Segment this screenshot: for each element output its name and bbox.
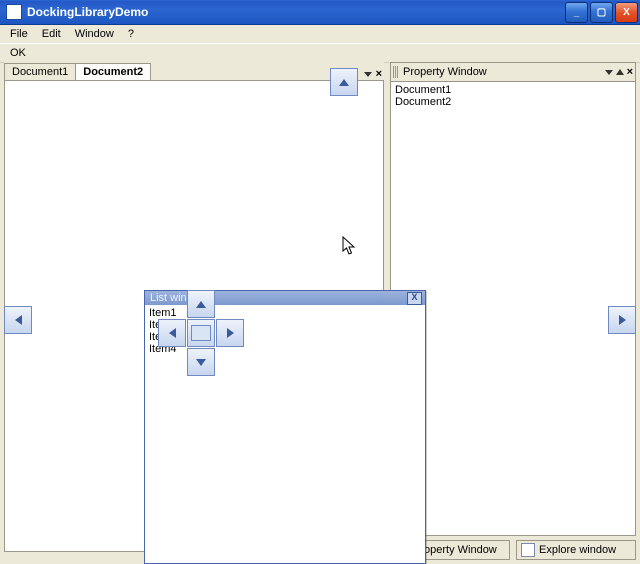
property-pane: Property Window × Document1 Document2 — [390, 62, 636, 536]
autohide-label: Explore window — [539, 544, 616, 556]
maximize-button[interactable]: ▢ — [590, 2, 613, 23]
autohide-strip: Property Window Explore window — [390, 540, 636, 560]
dock-diamond-right[interactable] — [216, 319, 244, 347]
menu-edit[interactable]: Edit — [36, 26, 67, 42]
dock-diamond-top[interactable] — [187, 290, 215, 318]
app-icon — [6, 4, 22, 20]
property-close-icon[interactable]: × — [627, 66, 633, 78]
dock-hint-left[interactable] — [4, 306, 32, 334]
window-icon — [521, 543, 535, 557]
floating-close-icon[interactable]: X — [407, 292, 422, 305]
dock-hint-top[interactable] — [330, 68, 358, 96]
menu-window[interactable]: Window — [69, 26, 120, 42]
property-menu-icon[interactable] — [605, 70, 613, 75]
tab-document2[interactable]: Document2 — [75, 63, 151, 80]
dock-diamond-left[interactable] — [158, 319, 186, 347]
arrow-left-icon — [169, 328, 176, 338]
property-body: Document1 Document2 — [390, 81, 636, 536]
minimize-button[interactable]: _ — [565, 2, 588, 23]
tool-bar: OK — [0, 43, 640, 63]
grip-icon — [393, 66, 399, 78]
property-header[interactable]: Property Window × — [390, 62, 636, 81]
workspace: Document1 Document2 × Property Window × … — [0, 62, 640, 564]
arrow-right-icon — [619, 315, 626, 325]
menu-file[interactable]: File — [4, 26, 34, 42]
close-button[interactable]: X — [615, 2, 638, 23]
tab-menu-dropdown-icon[interactable] — [364, 72, 372, 77]
document-tabstrip: Document1 Document2 × — [4, 62, 384, 80]
menu-help[interactable]: ? — [122, 26, 140, 42]
dock-diamond-bottom[interactable] — [187, 348, 215, 376]
arrow-up-icon — [196, 301, 206, 308]
menu-bar: File Edit Window ? — [0, 25, 640, 43]
list-item[interactable]: Document1 — [395, 84, 631, 96]
tab-close-icon[interactable]: × — [376, 68, 382, 80]
toolbar-ok[interactable]: OK — [4, 45, 32, 61]
arrow-up-icon — [339, 79, 349, 86]
arrow-right-icon — [227, 328, 234, 338]
window-title: DockingLibraryDemo — [27, 5, 563, 19]
dock-center-icon — [191, 325, 211, 341]
list-item[interactable]: Document2 — [395, 96, 631, 108]
tab-document1[interactable]: Document1 — [4, 63, 76, 80]
pin-icon[interactable] — [616, 69, 624, 75]
dock-diamond — [156, 288, 244, 376]
dock-hint-right[interactable] — [608, 306, 636, 334]
arrow-down-icon — [196, 359, 206, 366]
dock-diamond-center[interactable] — [187, 319, 215, 347]
autohide-explore-window[interactable]: Explore window — [516, 540, 636, 560]
arrow-left-icon — [15, 315, 22, 325]
window-titlebar: DockingLibraryDemo _ ▢ X — [0, 0, 640, 25]
property-title: Property Window — [403, 66, 605, 78]
